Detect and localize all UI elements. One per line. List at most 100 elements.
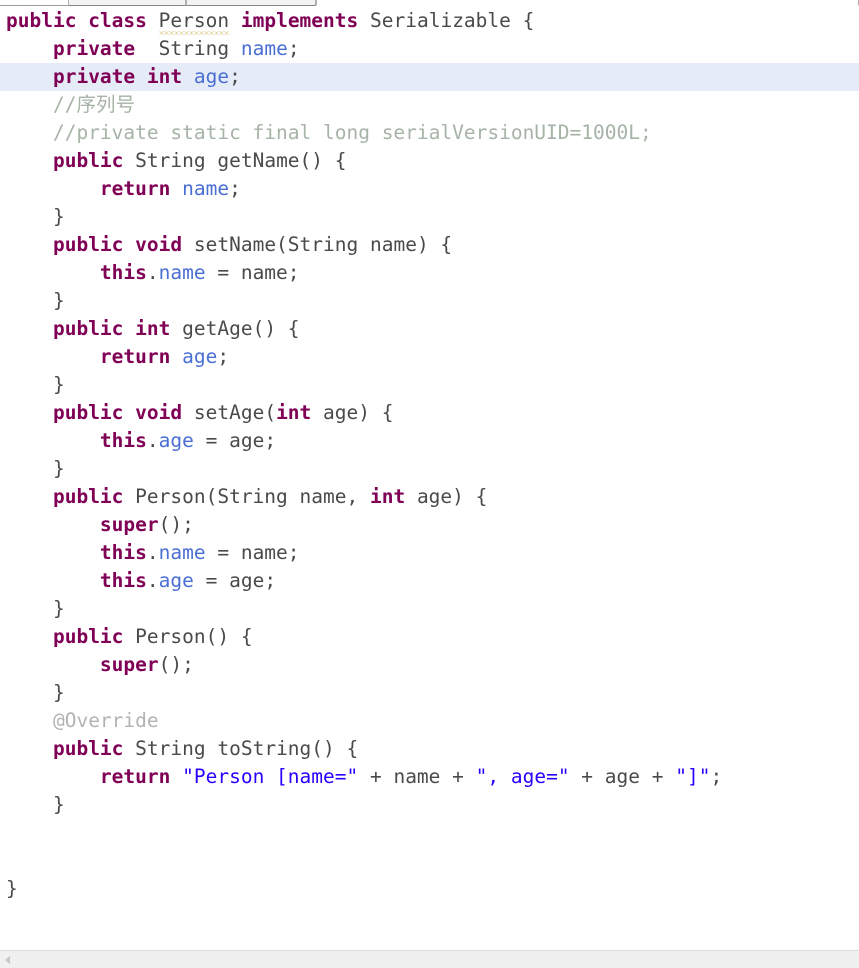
code-token: + age + [569,765,676,788]
code-token: private [52,37,136,60]
code-line[interactable]: this.name = name; [0,259,859,287]
code-line[interactable]: @Override [0,707,859,735]
code-token: } [52,597,65,620]
code-token: name [240,37,288,60]
code-token: } [52,289,65,312]
code-line[interactable]: super(); [0,651,859,679]
editor-tab-1[interactable] [68,0,186,6]
code-token: } [52,793,65,816]
code-line[interactable]: this.age = age; [0,427,859,455]
code-token: public [52,317,124,340]
scroll-right-icon[interactable] [842,951,859,968]
code-line[interactable]: public String getName() { [0,147,859,175]
code-token: public [6,9,77,32]
code-token: "Person [name=" [182,765,359,788]
code-token: ; [229,177,241,200]
code-editor-window: public class Person implements Serializa… [0,0,859,968]
code-line[interactable]: this.age = age; [0,567,859,595]
code-token: @Override [52,709,159,732]
code-token: (); [158,653,194,676]
code-token: age [182,345,218,368]
scroll-left-icon[interactable] [0,951,17,968]
code-token: Person [158,9,230,35]
code-line[interactable]: public String toString() { [0,735,859,763]
code-token: (); [158,513,194,536]
code-line[interactable] [0,819,859,847]
code-line[interactable]: } [0,595,859,623]
code-token: int [276,401,312,424]
code-line[interactable]: public class Person implements Serializa… [0,7,859,35]
code-line[interactable]: } [0,371,859,399]
code-token: = name; [205,541,300,564]
code-line[interactable]: public int getAge() { [0,315,859,343]
code-line[interactable]: } [0,203,859,231]
code-line[interactable]: public void setName(String name) { [0,231,859,259]
code-token: int [146,65,183,88]
code-token: } [52,681,65,704]
code-line[interactable] [0,847,859,875]
code-token: setAge( [182,401,277,424]
code-line[interactable]: //序列号 [0,91,859,119]
code-token: . [146,429,159,452]
code-line[interactable]: return age; [0,343,859,371]
code-text-area[interactable]: public class Person implements Serializa… [0,7,859,937]
code-line[interactable]: private int age; [0,63,859,91]
code-line[interactable]: } [0,791,859,819]
editor-tab-3-active[interactable] [316,0,859,6]
code-token: setName(String name) { [182,233,453,256]
code-line[interactable]: public Person() { [0,623,859,651]
editor-tab-2[interactable] [186,0,316,6]
code-token: void [135,233,183,256]
code-line[interactable]: this.name = name; [0,539,859,567]
code-line[interactable]: public void setAge(int age) { [0,399,859,427]
code-token: age [158,429,194,452]
code-line[interactable]: } [0,679,859,707]
code-token: } [6,877,18,900]
code-token: String [135,149,206,172]
code-token: //private static final long serialVersio… [52,121,652,144]
horizontal-scrollbar[interactable] [0,950,859,968]
code-token: Person() { [123,625,253,648]
code-line[interactable]: return name; [0,175,859,203]
code-token: public [52,625,124,648]
code-token: private [52,65,136,88]
code-token: int [135,317,171,340]
code-line[interactable]: public Person(String name, int age) { [0,483,859,511]
code-token: "]" [675,765,711,788]
editor-tab-strip [0,0,859,7]
code-token: class [88,9,147,32]
code-token: name [158,541,206,564]
scroll-right-arrow-glyph [847,956,852,964]
scroll-left-arrow-glyph [5,956,10,964]
code-line[interactable]: } [0,875,859,903]
code-line[interactable]: return "Person [name=" + name + ", age="… [0,763,859,791]
code-token: this [99,429,147,452]
code-line[interactable]: //private static final long serialVersio… [0,119,859,147]
code-line[interactable]: } [0,455,859,483]
code-line[interactable]: private String name; [0,35,859,63]
code-line[interactable]: } [0,287,859,315]
code-token: getAge() { [170,317,300,340]
code-token: = name; [205,261,300,284]
code-line[interactable]: super(); [0,511,859,539]
code-token: public [52,485,124,508]
